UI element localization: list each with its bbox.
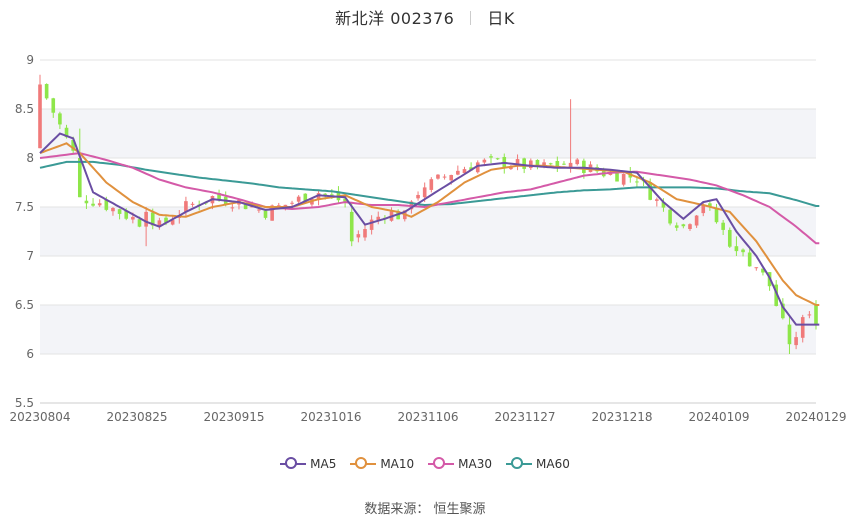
candle-body — [117, 209, 122, 214]
candle-body — [84, 200, 89, 204]
legend: MA5 MA10 MA30 MA60 — [0, 457, 850, 474]
y-tick-label: 8 — [26, 151, 34, 165]
grid-band — [40, 305, 816, 354]
candle-body — [144, 211, 148, 227]
candle-body — [754, 267, 759, 269]
x-tick-label: 20231016 — [300, 410, 361, 424]
candle-body — [674, 225, 679, 228]
y-tick-label: 9 — [26, 53, 34, 67]
legend-swatch — [280, 457, 307, 471]
legend-label: MA5 — [310, 457, 337, 471]
candle-body — [621, 173, 626, 185]
candle-body — [721, 222, 725, 230]
candle-body — [77, 158, 82, 198]
candle-body — [263, 210, 268, 218]
data-source: 数据来源： 恒生聚源 — [364, 502, 486, 517]
candle-body — [694, 215, 699, 226]
candle-body — [456, 170, 460, 175]
legend-item-ma30[interactable]: MA30 — [428, 457, 492, 471]
candle-body — [542, 162, 546, 166]
candle-body — [416, 194, 420, 199]
candle-body — [741, 249, 745, 253]
x-tick-label: 20231106 — [397, 410, 458, 424]
x-tick-label: 20230915 — [203, 410, 264, 424]
candle-body — [548, 163, 553, 165]
candle-body — [230, 207, 235, 209]
candle-body — [814, 305, 818, 325]
candle-body — [111, 207, 115, 212]
x-tick-label: 20231127 — [494, 410, 555, 424]
candle-body — [422, 187, 427, 198]
x-tick-label: 20240109 — [688, 410, 749, 424]
candle-body — [363, 229, 367, 238]
candle-body — [429, 179, 434, 190]
candle-body — [442, 176, 447, 178]
candle-body — [356, 234, 361, 238]
candle-body — [323, 193, 328, 195]
legend-label: MA10 — [380, 457, 415, 471]
candle-body — [635, 181, 639, 183]
candle-body — [522, 158, 526, 169]
grid-band — [40, 109, 816, 158]
y-tick-label: 6.5 — [15, 298, 34, 312]
candle-body — [794, 337, 798, 346]
y-tick-label: 6 — [26, 347, 34, 361]
candle-body — [58, 113, 62, 125]
legend-swatch — [506, 457, 533, 471]
candle-body — [562, 163, 566, 165]
x-tick-label: 20230804 — [9, 410, 70, 424]
candle-body — [727, 229, 732, 247]
candle-body — [369, 219, 374, 230]
candle-body — [747, 252, 752, 267]
candle-body — [296, 196, 301, 202]
legend-item-ma10[interactable]: MA10 — [350, 457, 414, 471]
candle-body — [97, 203, 102, 206]
legend-swatch — [428, 457, 455, 471]
y-tick-label: 8.5 — [15, 102, 34, 116]
y-tick-label: 5.5 — [15, 396, 34, 410]
candle-body — [290, 202, 294, 204]
candle-body — [436, 174, 440, 179]
y-tick-label: 7.5 — [15, 200, 34, 214]
candle-body — [495, 158, 500, 160]
candle-body — [38, 84, 42, 149]
x-tick-label: 20230825 — [106, 410, 167, 424]
candle-body — [44, 84, 49, 99]
candle-body — [131, 217, 135, 220]
candle-body — [615, 172, 619, 182]
candle-body — [449, 175, 454, 181]
x-tick-label: 20231218 — [591, 410, 652, 424]
y-tick-label: 7 — [26, 249, 34, 263]
candle-body — [575, 159, 580, 165]
candle-body — [668, 209, 672, 224]
candle-body — [283, 204, 288, 206]
candle-body — [91, 203, 95, 206]
candle-body — [257, 209, 261, 211]
candle-body — [800, 317, 805, 338]
legend-label: MA30 — [458, 457, 493, 471]
candle-body — [807, 314, 812, 316]
legend-swatch — [350, 457, 377, 471]
candle-body — [489, 156, 493, 158]
candle-body — [714, 208, 719, 223]
candle-body — [51, 98, 56, 113]
candle-body — [655, 199, 659, 201]
candle-body — [681, 224, 686, 227]
x-tick-label: 20240129 — [785, 410, 846, 424]
legend-label: MA60 — [536, 457, 570, 471]
legend-item-ma60[interactable]: MA60 — [506, 457, 570, 471]
candle-body — [482, 159, 487, 163]
candle-body — [734, 246, 739, 252]
candle-body — [349, 211, 354, 242]
candle-body — [137, 219, 142, 227]
kline-chart: 5.5 6 6.5 7 7.5 8 8.5 9 20230804 20230825 20230915… — [9, 53, 846, 424]
candle-body — [190, 203, 195, 205]
candle-body — [555, 161, 560, 167]
candle-body — [787, 324, 792, 345]
candle-body — [688, 224, 692, 230]
legend-item-ma5[interactable]: MA5 — [280, 457, 336, 471]
